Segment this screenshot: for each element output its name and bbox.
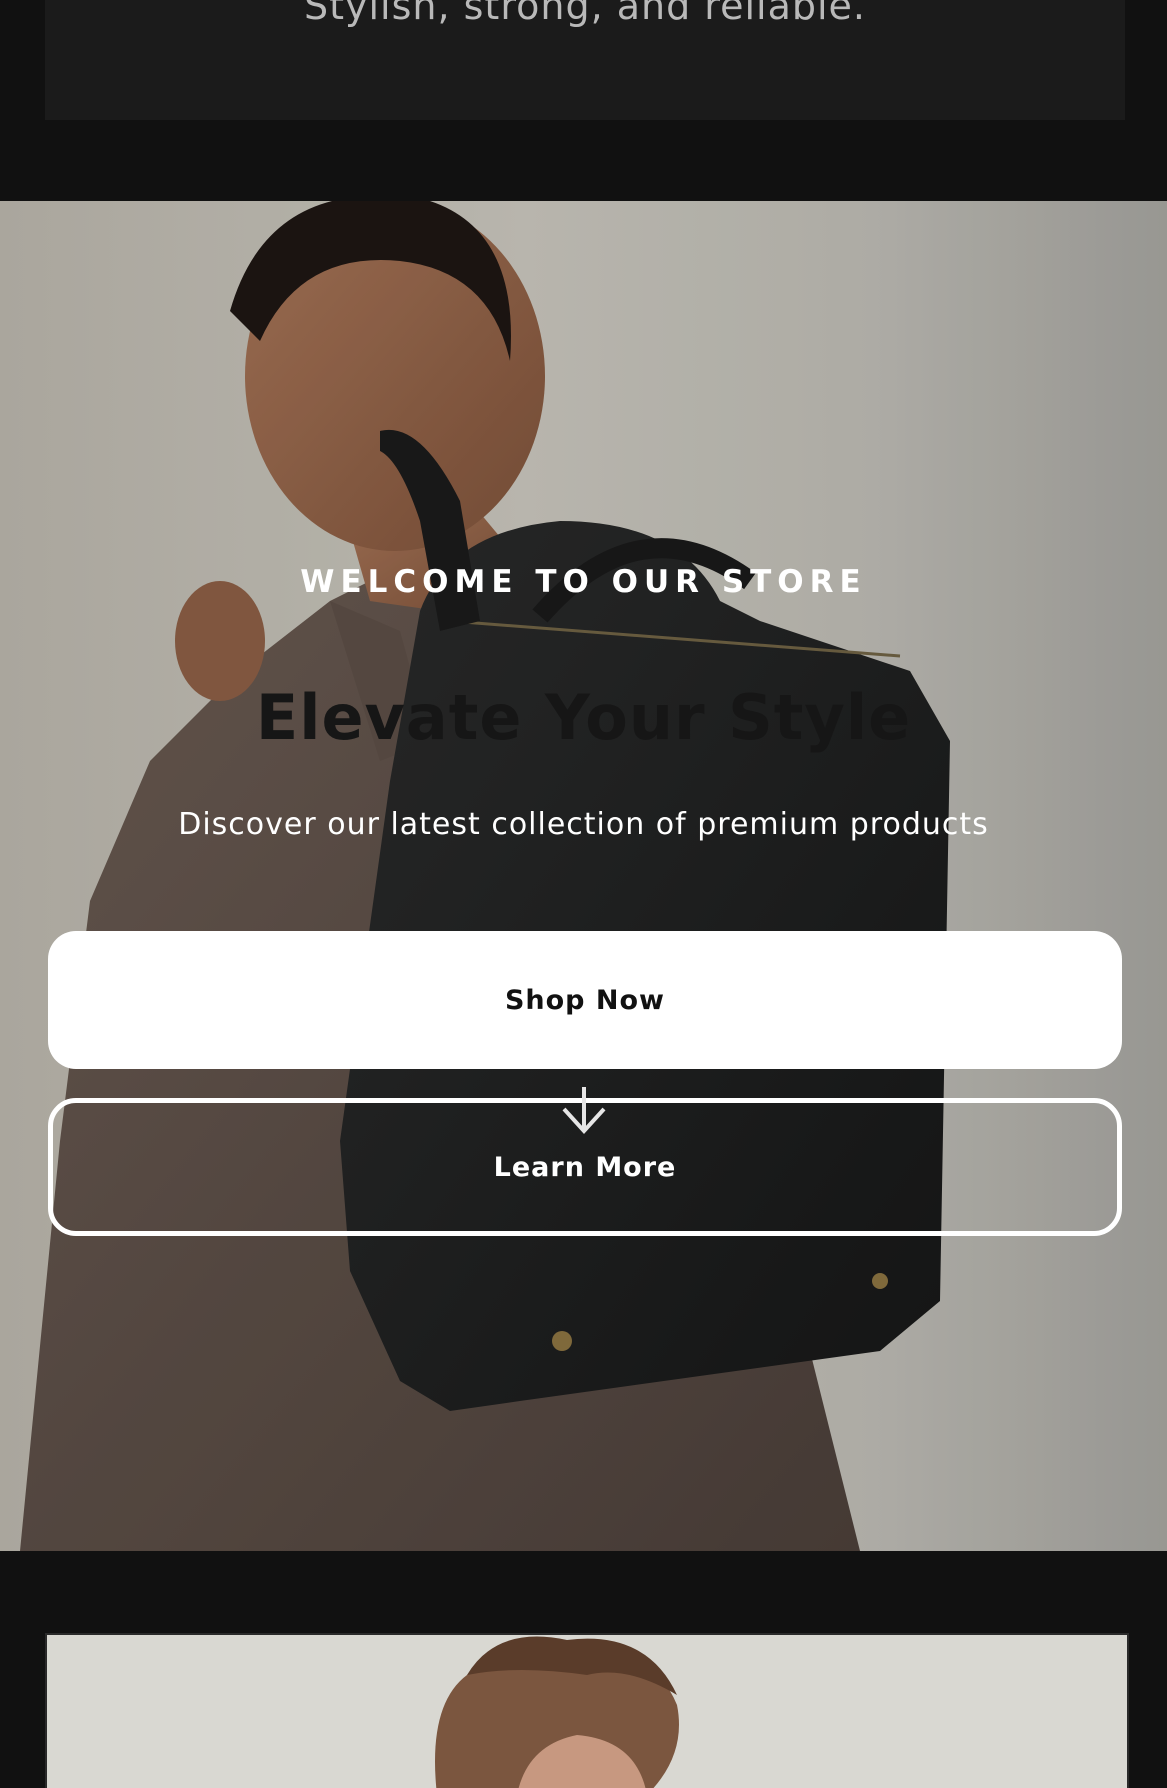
hero-section: WELCOME TO OUR STORE Elevate Your Style …: [0, 201, 1167, 1551]
hero-subtitle: Discover our latest collection of premiu…: [178, 807, 989, 842]
product-image: [47, 1635, 1127, 1788]
hero-eyebrow: WELCOME TO OUR STORE: [300, 564, 867, 600]
testimonial-quote: “Stylish, strong, and reliable.”: [283, 0, 887, 28]
product-image-card[interactable]: [45, 1633, 1129, 1788]
arrow-down-icon[interactable]: [560, 1085, 608, 1137]
hero-title: Elevate Your Style: [255, 681, 912, 754]
page: “Stylish, strong, and reliable.” WELCOME…: [0, 0, 1167, 1788]
hero-overlay: [0, 201, 1167, 1551]
shop-now-button[interactable]: Shop Now: [48, 931, 1122, 1069]
testimonial-card: “Stylish, strong, and reliable.”: [45, 0, 1125, 120]
